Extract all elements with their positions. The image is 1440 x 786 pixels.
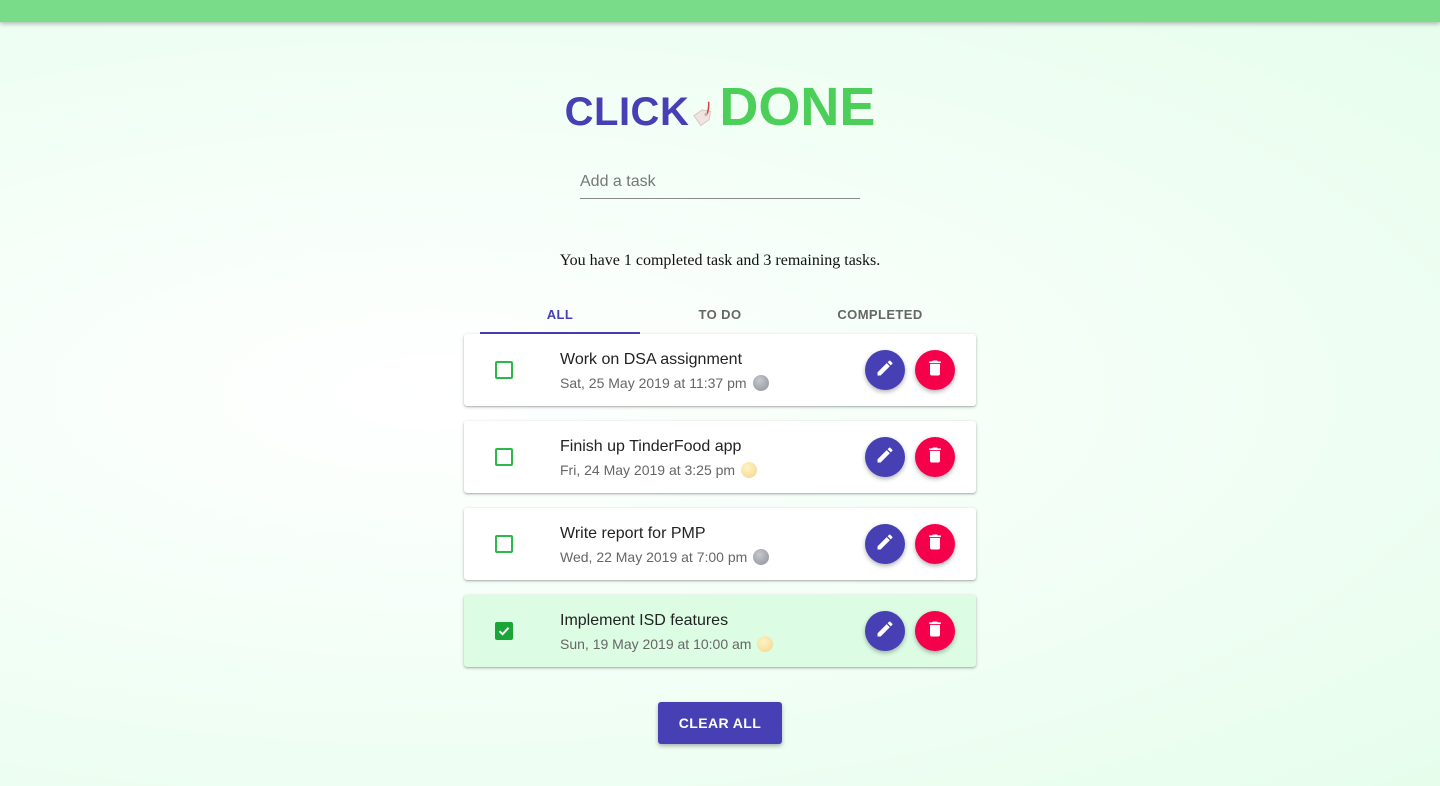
task-summary: You have 1 completed task and 3 remainin… (559, 252, 881, 269)
top-bar (0, 0, 1440, 22)
task-time: Sun, 19 May 2019 at 10:00 am (560, 636, 774, 652)
price-tag-icon (689, 98, 719, 132)
trash-icon (925, 445, 945, 470)
filter-tabs: ALL TO DO COMPLETED (480, 296, 960, 334)
add-task-field (580, 168, 860, 199)
logo-done-text: DONE (719, 77, 876, 137)
task-time: Wed, 22 May 2019 at 7:00 pm (560, 549, 770, 565)
clear-all-button[interactable]: CLEAR ALL (658, 702, 782, 744)
task-time-text: Sun, 19 May 2019 at 10:00 am (560, 636, 752, 652)
app-logo: CLICK DONE (0, 78, 1440, 138)
trash-icon (925, 532, 945, 557)
delete-button[interactable] (915, 437, 955, 477)
pencil-icon (875, 358, 895, 383)
pencil-icon (875, 445, 895, 470)
tab-completed[interactable]: COMPLETED (800, 296, 960, 332)
task-card: Finish up TinderFood app Fri, 24 May 201… (464, 421, 976, 493)
pencil-icon (875, 532, 895, 557)
task-checkbox[interactable] (495, 361, 513, 379)
task-time: Sat, 25 May 2019 at 11:37 pm (560, 375, 769, 391)
task-list: Work on DSA assignment Sat, 25 May 2019 … (464, 334, 976, 682)
add-task-input[interactable] (580, 168, 860, 196)
task-time: Fri, 24 May 2019 at 3:25 pm (560, 462, 758, 478)
task-card: Work on DSA assignment Sat, 25 May 2019 … (464, 334, 976, 406)
task-card-completed: Implement ISD features Sun, 19 May 2019 … (464, 595, 976, 667)
tab-all[interactable]: ALL (480, 296, 640, 334)
moon-icon (752, 375, 769, 391)
moon-icon (753, 549, 770, 565)
delete-button[interactable] (915, 611, 955, 651)
trash-icon (925, 619, 945, 644)
task-title: Write report for PMP (560, 525, 706, 542)
task-checkbox[interactable] (495, 448, 513, 466)
task-title: Implement ISD features (560, 612, 729, 629)
tab-todo[interactable]: TO DO (640, 296, 800, 332)
task-checkbox[interactable] (495, 535, 513, 553)
task-time-text: Sat, 25 May 2019 at 11:37 pm (560, 375, 747, 391)
task-card: Write report for PMP Wed, 22 May 2019 at… (464, 508, 976, 580)
logo-click-text: CLICK (564, 90, 690, 134)
edit-button[interactable] (865, 437, 905, 477)
task-checkbox-checked[interactable] (495, 622, 513, 640)
trash-icon (925, 358, 945, 383)
delete-button[interactable] (915, 350, 955, 390)
edit-button[interactable] (865, 350, 905, 390)
edit-button[interactable] (865, 611, 905, 651)
sun-icon (741, 462, 758, 478)
task-title: Work on DSA assignment (560, 351, 743, 368)
edit-button[interactable] (865, 524, 905, 564)
task-time-text: Wed, 22 May 2019 at 7:00 pm (560, 549, 748, 565)
task-title: Finish up TinderFood app (560, 438, 742, 455)
pencil-icon (875, 619, 895, 644)
task-time-text: Fri, 24 May 2019 at 3:25 pm (560, 462, 736, 478)
delete-button[interactable] (915, 524, 955, 564)
sun-icon (757, 636, 774, 652)
